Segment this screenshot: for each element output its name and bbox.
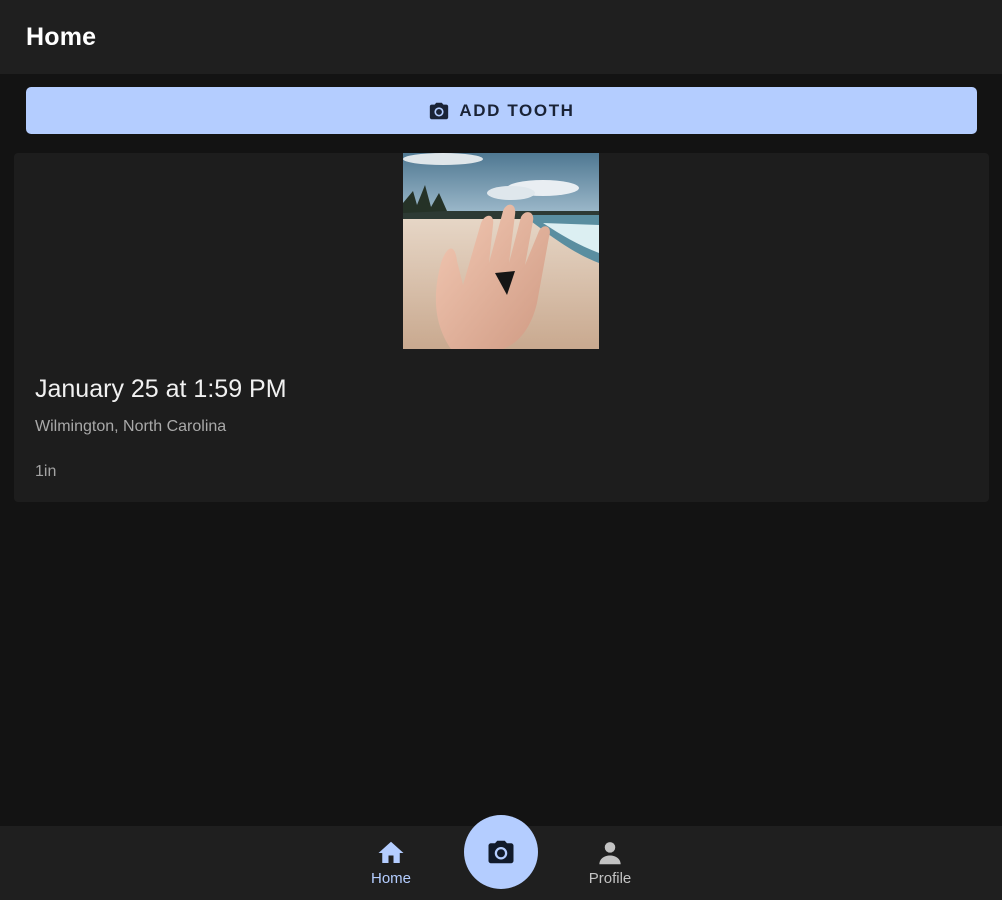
page-title: Home — [26, 22, 97, 51]
nav-home-label: Home — [370, 870, 411, 887]
add-tooth-label: ADD TOOTH — [459, 100, 575, 120]
add-tooth-button[interactable]: ADD TOOTH — [26, 87, 977, 134]
nav-profile-label: Profile — [588, 870, 632, 887]
tooth-entry-card[interactable]: January 25 at 1:59 PM Wilmington, North … — [14, 153, 989, 502]
camera-icon — [430, 102, 449, 119]
tooth-photo — [403, 153, 599, 349]
home-icon — [378, 841, 404, 863]
camera-icon — [488, 840, 514, 864]
nav-home[interactable]: Home — [351, 838, 431, 887]
entry-size: 1in — [35, 463, 57, 480]
entry-date: January 25 at 1:59 PM — [35, 375, 287, 403]
camera-fab-button[interactable] — [464, 815, 538, 889]
app-root: Home ADD TOOTH January 25 at 1:59 PM Wil… — [0, 0, 1002, 900]
top-app-bar: Home — [0, 0, 1002, 74]
nav-profile[interactable]: Profile — [570, 838, 650, 887]
person-icon — [599, 842, 621, 865]
beach-hand-photo — [403, 153, 599, 349]
entry-location: Wilmington, North Carolina — [35, 418, 227, 435]
